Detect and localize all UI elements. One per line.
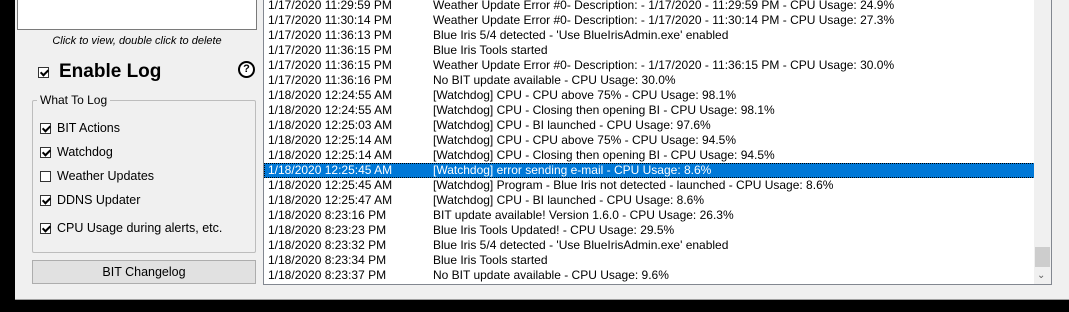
log-list-hint: Click to view, double click to delete	[52, 35, 222, 47]
log-row[interactable]: 1/18/2020 12:24:55 AM [Watchdog] CPU - Cl…	[264, 103, 1035, 118]
option-cpu-usage[interactable]: CPU Usage during alerts, etc.	[40, 220, 222, 236]
log-row-time: 1/18/2020 8:23:23 PM	[268, 223, 387, 237]
log-row-message: [Watchdog] CPU - BI launched - CPU Usage…	[433, 193, 705, 207]
log-row-time: 1/18/2020 12:25:45 AM	[268, 178, 393, 192]
option-weather-updates[interactable]: Weather Updates	[40, 168, 154, 184]
log-row-time: 1/17/2020 11:36:13 PM	[268, 28, 392, 42]
bit-actions-label: BIT Actions	[57, 121, 120, 135]
scrollbar-thumb[interactable]	[1035, 247, 1050, 267]
watchdog-label: Watchdog	[57, 145, 113, 159]
option-bit-actions[interactable]: BIT Actions	[40, 120, 120, 136]
log-row-message: [Watchdog] Program - Blue Iris not detec…	[433, 178, 834, 192]
log-row[interactable]: 1/18/2020 8:23:23 PM Blue Iris Tools Upda…	[264, 223, 1035, 238]
log-row-time: 1/18/2020 12:25:45 AM	[268, 163, 393, 177]
log-row[interactable]: 1/18/2020 12:25:14 AM [Watchdog] CPU - Cl…	[264, 148, 1035, 163]
log-row[interactable]: 1/18/2020 12:25:14 AM [Watchdog] CPU - CP…	[264, 133, 1035, 148]
log-row-message: [Watchdog] CPU - Closing then opening BI…	[433, 103, 775, 117]
log-row-time: 1/18/2020 8:23:34 PM	[268, 253, 387, 267]
log-row-message: Weather Update Error #0- Description: - …	[433, 58, 895, 72]
log-row[interactable]: 1/17/2020 11:36:13 PM Blue Iris 5/4 detec…	[264, 28, 1035, 43]
log-row-time: 1/18/2020 8:23:32 PM	[268, 238, 387, 252]
log-row-message: Blue Iris 5/4 detected - 'Use BlueIrisAd…	[433, 238, 729, 252]
log-row[interactable]: 1/18/2020 12:24:55 AM [Watchdog] CPU - CP…	[264, 88, 1035, 103]
bit-actions-checkbox[interactable]	[40, 122, 51, 134]
log-row-message: Blue Iris Tools Updated! - CPU Usage: 29…	[433, 223, 675, 237]
log-row[interactable]: 1/17/2020 11:30:14 PM Weather Update Erro…	[264, 13, 1035, 28]
log-row-time: 1/17/2020 11:36:16 PM	[268, 73, 392, 87]
log-row-message: No BIT update available - CPU Usage: 9.6…	[433, 268, 669, 282]
log-row-time: 1/18/2020 12:25:47 AM	[268, 193, 393, 207]
enable-log-label: Enable Log	[59, 61, 162, 82]
log-row-message: Blue Iris Tools started	[433, 43, 548, 57]
cpu-usage-checkbox[interactable]	[40, 222, 51, 234]
weather-updates-checkbox[interactable]	[40, 170, 51, 182]
bit-changelog-button[interactable]: BIT Changelog	[32, 260, 256, 284]
log-row-time: 1/17/2020 11:36:15 PM	[268, 43, 392, 57]
log-row-message: [Watchdog] CPU - CPU above 75% - CPU Usa…	[433, 133, 737, 147]
log-file-list[interactable]	[17, 0, 257, 30]
log-row-message: Weather Update Error #0- Description: - …	[433, 13, 895, 27]
log-row[interactable]: 1/18/2020 12:25:47 AM [Watchdog] CPU - BI…	[264, 193, 1035, 208]
log-row[interactable]: 1/18/2020 12:25:03 AM [Watchdog] CPU - BI…	[264, 118, 1035, 133]
log-row-message: Weather Update Error #0- Description: - …	[433, 0, 895, 12]
log-row[interactable]: 1/17/2020 11:29:59 PM Weather Update Erro…	[264, 0, 1035, 13]
log-row-message: BIT update available! Version 1.6.0 - CP…	[433, 208, 734, 222]
weather-updates-label: Weather Updates	[57, 169, 155, 183]
log-row-time: 1/18/2020 12:25:03 AM	[268, 118, 393, 132]
log-listbox[interactable]: 1/17/2020 11:29:59 PM Weather Update Erro…	[263, 0, 1052, 285]
log-row-message: [Watchdog] CPU - CPU above 75% - CPU Usa…	[433, 88, 737, 102]
log-row-message: No BIT update available - CPU Usage: 30.…	[433, 73, 676, 87]
log-row-time: 1/18/2020 12:25:14 AM	[268, 148, 393, 162]
cpu-usage-label: CPU Usage during alerts, etc.	[57, 221, 223, 235]
log-row-time: 1/18/2020 12:25:14 AM	[268, 133, 393, 147]
what-to-log-title: What To Log	[37, 93, 111, 107]
log-row-time: 1/17/2020 11:29:59 PM	[268, 0, 392, 12]
log-row-message: [Watchdog] error sending e-mail - CPU Us…	[433, 163, 712, 177]
ddns-updater-checkbox[interactable]	[40, 194, 51, 206]
log-row[interactable]: 1/17/2020 11:36:16 PM No BIT update avail…	[264, 73, 1035, 88]
log-row[interactable]: 1/18/2020 8:23:32 PM Blue Iris 5/4 detect…	[264, 238, 1035, 253]
log-row-time: 1/18/2020 12:24:55 AM	[268, 103, 393, 117]
log-row-time: 1/18/2020 8:23:16 PM	[268, 208, 387, 222]
log-scrollbar[interactable]: ⌄	[1034, 0, 1051, 284]
log-row[interactable]: 1/18/2020 8:23:37 PM No BIT update availa…	[264, 268, 1035, 283]
log-row-message: [Watchdog] CPU - Closing then opening BI…	[433, 148, 775, 162]
watchdog-checkbox[interactable]	[40, 146, 51, 158]
log-row-time: 1/18/2020 8:23:37 PM	[268, 268, 387, 282]
log-row-time: 1/17/2020 11:30:14 PM	[268, 13, 392, 27]
help-icon[interactable]: ?	[238, 61, 255, 78]
log-row[interactable]: 1/18/2020 8:23:16 PM BIT update available…	[264, 208, 1035, 223]
log-row[interactable]: 1/18/2020 12:25:45 AM [Watchdog] error se…	[264, 163, 1035, 178]
log-row-time: 1/17/2020 11:36:15 PM	[268, 58, 392, 72]
log-rows: 1/17/2020 11:29:59 PM Weather Update Erro…	[264, 0, 1035, 283]
log-row[interactable]: 1/17/2020 11:36:15 PM Blue Iris Tools sta…	[264, 43, 1035, 58]
log-row-time: 1/18/2020 12:24:55 AM	[268, 88, 393, 102]
log-row-message: Blue Iris 5/4 detected - 'Use BlueIrisAd…	[433, 28, 729, 42]
enable-log-checkbox[interactable]	[38, 66, 49, 78]
log-row-message: [Watchdog] CPU - BI launched - CPU Usage…	[433, 118, 711, 132]
option-ddns-updater[interactable]: DDNS Updater	[40, 192, 140, 208]
log-row-message: Blue Iris Tools started	[433, 253, 548, 267]
log-row[interactable]: 1/18/2020 8:23:34 PM Blue Iris Tools star…	[264, 253, 1035, 268]
log-row[interactable]: 1/17/2020 11:36:15 PM Weather Update Erro…	[264, 58, 1035, 73]
enable-log-toggle[interactable]: Enable Log	[38, 60, 161, 84]
option-watchdog[interactable]: Watchdog	[40, 144, 113, 160]
scroll-down-arrow-icon[interactable]: ⌄	[1037, 271, 1045, 281]
ddns-updater-label: DDNS Updater	[57, 193, 141, 207]
window-bottom-border	[15, 299, 1069, 300]
log-row[interactable]: 1/18/2020 12:25:45 AM [Watchdog] Program …	[264, 178, 1035, 193]
